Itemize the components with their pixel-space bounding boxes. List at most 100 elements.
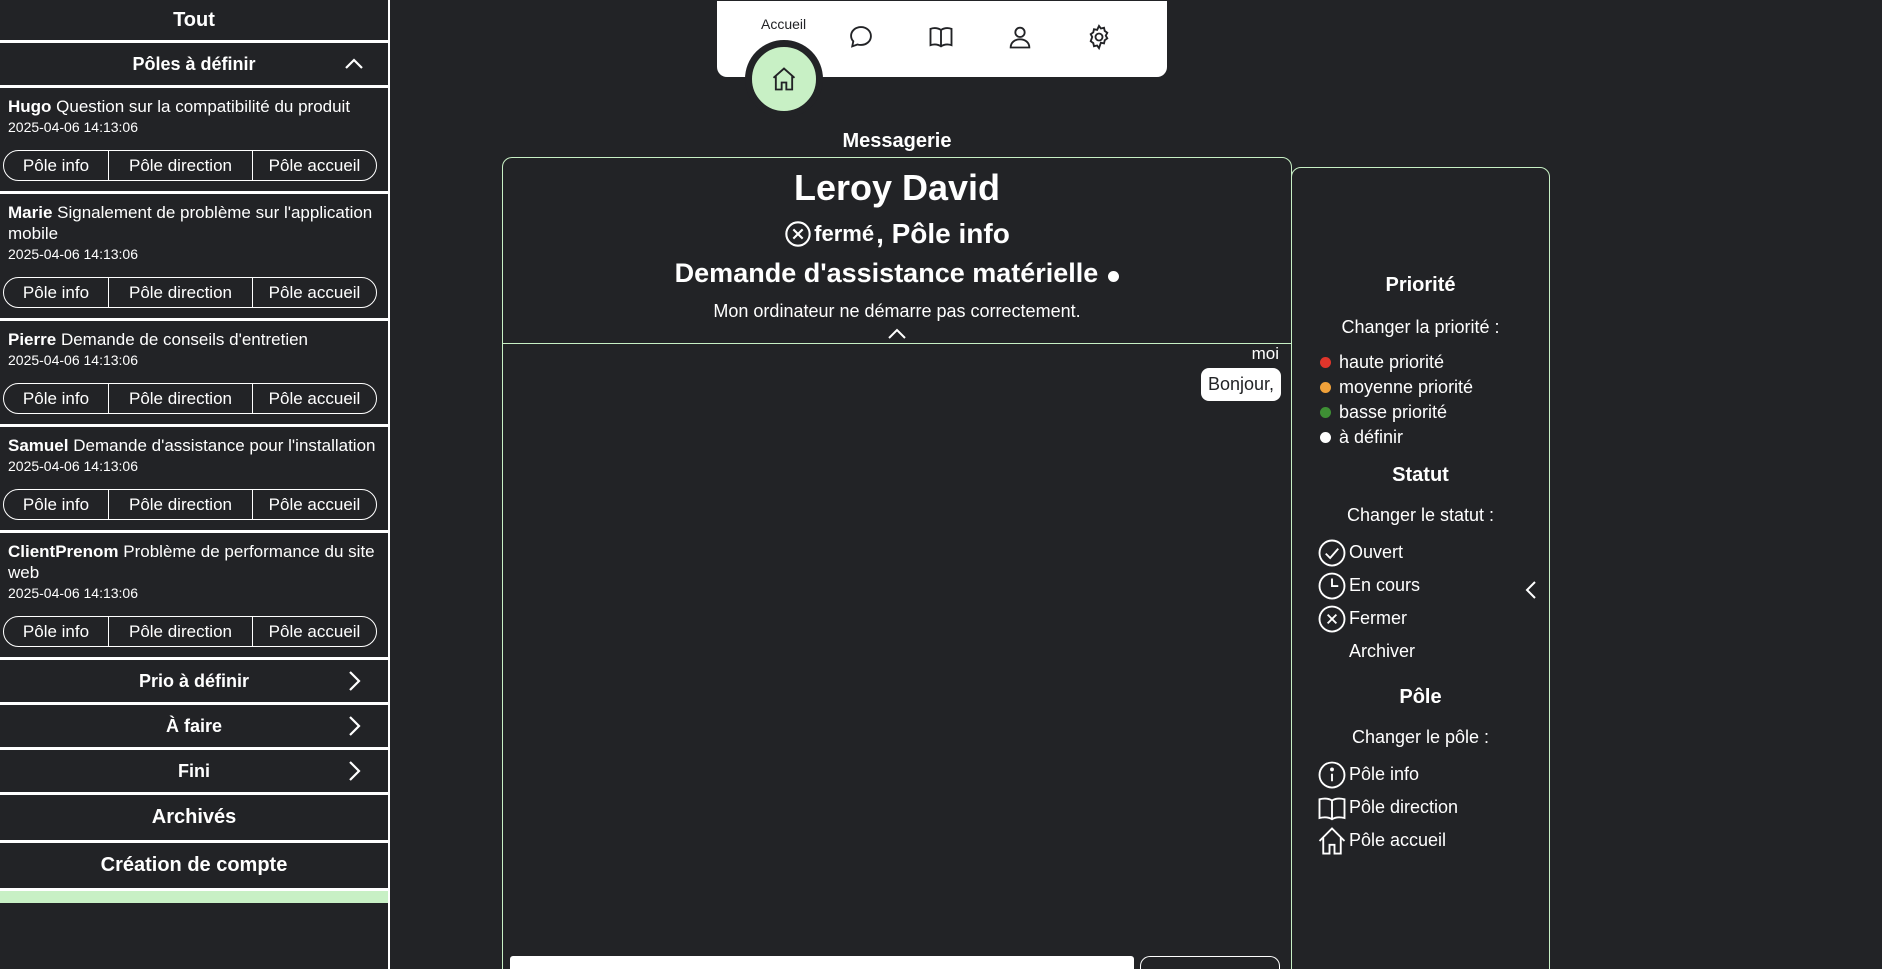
ticket-subject: Signalement de problème sur l'applicatio… [8, 203, 373, 243]
chevron-left-icon[interactable] [1523, 578, 1539, 602]
priority-option-label: basse priorité [1339, 402, 1448, 422]
pole-direction-button[interactable]: Pôle direction [109, 278, 253, 307]
priority-title: Priorité [1385, 274, 1456, 296]
ticket-description: Mon ordinateur ne démarre pas correcteme… [713, 301, 1081, 321]
ticket-subject-heading: Demande d'assistance matérielle [503, 258, 1291, 289]
ticket-client-name: ClientPrenom [8, 542, 119, 561]
pole-button-group: Pôle info Pôle direction Pôle accueil [3, 277, 377, 308]
ticket-settings-panel: Priorité Changer la priorité : haute pri… [1291, 167, 1550, 969]
priority-option-high[interactable]: haute priorité [1320, 350, 1549, 375]
archived-link[interactable]: Archivés [0, 795, 388, 843]
ticket-sidebar: Tout Pôles à définir Hugo Question sur l… [0, 0, 390, 969]
status-option-close[interactable]: Fermer [1317, 602, 1549, 635]
group-poles-a-definir[interactable]: Pôles à définir [0, 43, 388, 88]
ticket-client-name: Hugo [8, 97, 52, 116]
status-options: Ouvert En cours Fermer Archiver [1292, 536, 1549, 668]
status-change-label: Changer le statut : [1346, 505, 1495, 525]
group-prio-a-definir[interactable]: Prio à définir [0, 660, 388, 705]
pole-title: Pôle [1399, 686, 1442, 708]
pole-direction-button[interactable]: Pôle direction [109, 490, 253, 519]
ticket-item[interactable]: Marie Signalement de problème sur l'appl… [0, 194, 388, 321]
pole-direction-button[interactable]: Pôle direction [109, 384, 253, 413]
pole-info-button[interactable]: Pôle info [4, 384, 109, 413]
status-option-archive[interactable]: Archiver [1317, 635, 1549, 668]
home-icon [772, 67, 796, 91]
home-icon [1318, 826, 1346, 854]
ticket-subject: Demande de conseils d'entretien [60, 330, 309, 349]
settings-icon[interactable] [1085, 23, 1113, 51]
book-icon [1318, 796, 1346, 820]
ticket-item[interactable]: ClientPrenom Problème de performance du … [0, 533, 388, 660]
priority-dot-high [1320, 357, 1331, 368]
pole-info-button[interactable]: Pôle info [4, 151, 109, 180]
send-button[interactable] [1140, 956, 1280, 969]
ticket-client-name: Marie [8, 203, 53, 222]
x-circle-icon [1318, 605, 1346, 632]
status-option-label: Fermer [1349, 608, 1407, 628]
chevron-up-icon [345, 58, 363, 69]
pole-accueil-button[interactable]: Pôle accueil [253, 151, 376, 180]
ticket-date: 2025-04-06 14:13:06 [8, 246, 138, 262]
message-item: moi Bonjour, [1200, 344, 1281, 401]
chat-icon[interactable] [847, 23, 875, 51]
ticket-client-name: Samuel [8, 436, 69, 455]
pole-accueil-button[interactable]: Pôle accueil [253, 617, 376, 646]
ticket-date: 2025-04-06 14:13:06 [8, 119, 138, 135]
priority-dot [1108, 271, 1120, 282]
message-input[interactable] [510, 956, 1134, 969]
priority-option-low[interactable]: basse priorité [1320, 400, 1549, 425]
priority-option-label: à définir [1339, 427, 1404, 447]
ticket-date: 2025-04-06 14:13:06 [8, 585, 138, 601]
pole-accueil-button[interactable]: Pôle accueil [253, 490, 376, 519]
create-account-link[interactable]: Création de compte [0, 843, 388, 891]
check-circle-icon [1318, 539, 1346, 566]
priority-option-medium[interactable]: moyenne priorité [1320, 375, 1549, 400]
status-option-in-progress[interactable]: En cours [1317, 569, 1549, 602]
pole-button-group: Pôle info Pôle direction Pôle accueil [3, 383, 377, 414]
status-title: Statut [1392, 464, 1449, 486]
priority-change-label: Changer la priorité : [1341, 317, 1500, 337]
pole-option-label: Pôle direction [1349, 797, 1459, 817]
ticket-item[interactable]: Samuel Demande d'assistance pour l'insta… [0, 427, 388, 533]
sidebar-footer-highlight [0, 891, 388, 903]
pole-info-button[interactable]: Pôle info [4, 490, 109, 519]
group-a-faire[interactable]: À faire [0, 705, 388, 750]
book-icon[interactable] [927, 23, 955, 51]
status-option-open[interactable]: Ouvert [1317, 536, 1549, 569]
pole-accueil-button[interactable]: Pôle accueil [253, 278, 376, 307]
ticket-item[interactable]: Hugo Question sur la compatibilité du pr… [0, 88, 388, 194]
pole-info-button[interactable]: Pôle info [4, 617, 109, 646]
pole-direction-button[interactable]: Pôle direction [109, 151, 253, 180]
pole-option-direction[interactable]: Pôle direction [1317, 791, 1549, 824]
priority-option-undefined[interactable]: à définir [1320, 425, 1549, 450]
clock-icon [1318, 572, 1346, 599]
pole-options: Pôle info Pôle direction Pôle accueil [1292, 758, 1549, 857]
ticket-pole: , Pôle info [876, 218, 1010, 249]
priority-dot-medium [1320, 382, 1331, 393]
x-circle-icon [785, 221, 811, 247]
priority-options: haute priorité moyenne priorité basse pr… [1320, 350, 1549, 450]
ticket-client-name: Pierre [8, 330, 57, 349]
pole-option-label: Pôle info [1349, 764, 1420, 784]
status-option-label: Archiver [1349, 641, 1416, 661]
home-button[interactable] [745, 40, 823, 118]
ticket-status-line: fermé, Pôle info [503, 218, 1291, 250]
pole-direction-button[interactable]: Pôle direction [109, 617, 253, 646]
pole-change-label: Changer le pôle : [1351, 727, 1490, 747]
pole-info-button[interactable]: Pôle info [4, 278, 109, 307]
group-fini[interactable]: Fini [0, 750, 388, 795]
pole-accueil-button[interactable]: Pôle accueil [253, 384, 376, 413]
filter-all[interactable]: Tout [0, 0, 388, 43]
ticket-subject: Demande d'assistance pour l'installation [73, 436, 376, 455]
pole-button-group: Pôle info Pôle direction Pôle accueil [3, 489, 377, 520]
user-icon[interactable] [1006, 23, 1034, 51]
conversation-header: Leroy David fermé, Pôle info Demande d'a… [503, 158, 1291, 344]
message-author: moi [1251, 344, 1279, 363]
group-label: À faire [165, 715, 223, 736]
conversation-panel: Leroy David fermé, Pôle info Demande d'a… [502, 157, 1292, 969]
nav-home-label: Accueil [761, 16, 807, 32]
chevron-up-icon[interactable] [886, 327, 908, 341]
pole-option-accueil[interactable]: Pôle accueil [1317, 824, 1549, 857]
pole-option-info[interactable]: Pôle info [1317, 758, 1549, 791]
ticket-item[interactable]: Pierre Demande de conseils d'entretien 2… [0, 321, 388, 427]
